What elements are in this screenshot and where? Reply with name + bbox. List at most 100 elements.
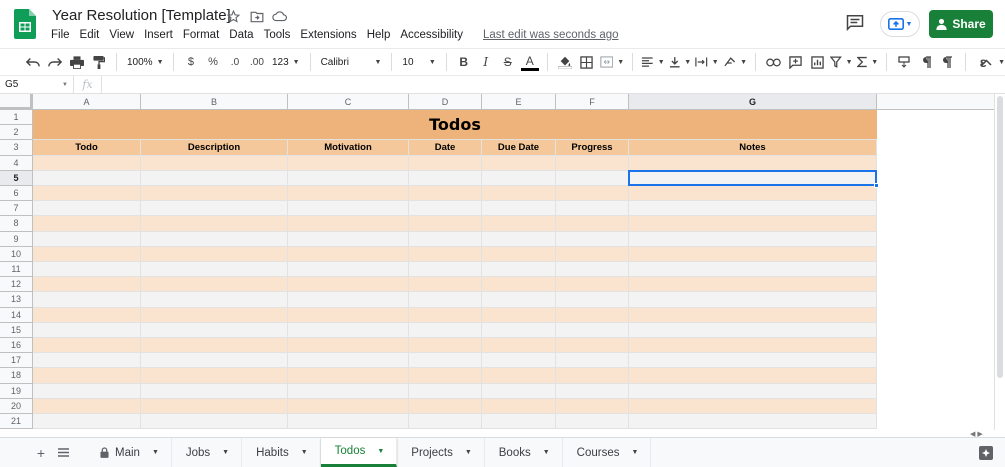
cell-e7[interactable] [482, 201, 556, 217]
cell-e18[interactable] [482, 368, 556, 384]
cell-e16[interactable] [482, 338, 556, 354]
cell-f4[interactable] [556, 155, 629, 171]
cell-f18[interactable] [556, 368, 629, 384]
cell-f5[interactable] [556, 170, 629, 186]
cell-e12[interactable] [482, 277, 556, 293]
row-header-7[interactable]: 7 [0, 201, 33, 217]
text-color-button[interactable]: A [520, 53, 539, 71]
cell-g12[interactable] [629, 277, 877, 293]
menu-extensions[interactable]: Extensions [295, 27, 361, 43]
redo-icon[interactable] [46, 51, 64, 73]
cell-g6[interactable] [629, 186, 877, 202]
cell-d10[interactable] [409, 246, 482, 262]
row-header-8[interactable]: 8 [0, 216, 33, 232]
cell-b5[interactable] [141, 170, 288, 186]
scrollbar-thumb[interactable] [997, 96, 1003, 378]
cell-a8[interactable] [33, 216, 141, 232]
row-header-5[interactable]: 5 [0, 170, 33, 186]
cell-f21[interactable] [556, 414, 629, 430]
add-sheet-icon[interactable]: + [30, 438, 52, 467]
chevron-down-icon[interactable]: ▼ [632, 449, 639, 456]
name-box[interactable]: G5 ▼ [0, 75, 74, 94]
cell-b16[interactable] [141, 338, 288, 354]
text-wrapping-icon[interactable]: ▼ [695, 51, 719, 73]
paragraph-ltr-icon[interactable] [917, 51, 935, 73]
cell-e11[interactable] [482, 262, 556, 278]
text-rotation-icon[interactable]: ▼ [723, 51, 747, 73]
cell-b17[interactable] [141, 353, 288, 369]
font-family-select[interactable]: Calibri ▼ [317, 51, 386, 73]
column-label-due-date[interactable]: Due Date [482, 140, 556, 156]
last-edit-link[interactable]: Last edit was seconds ago [478, 27, 624, 43]
sheet-tab-habits[interactable]: Habits ▼ [242, 438, 321, 467]
cell-c20[interactable] [288, 398, 409, 414]
row-header-2[interactable]: 2 [0, 125, 33, 141]
menu-insert[interactable]: Insert [139, 27, 178, 43]
cell-e19[interactable] [482, 383, 556, 399]
chevron-down-icon[interactable]: ▼ [543, 449, 550, 456]
borders-icon[interactable] [578, 51, 596, 73]
chevron-down-icon[interactable]: ▼ [222, 449, 229, 456]
bold-button[interactable]: B [455, 51, 473, 73]
row-header-17[interactable]: 17 [0, 353, 33, 369]
explore-icon[interactable] [979, 446, 993, 460]
cell-c19[interactable] [288, 383, 409, 399]
increase-decimal-button[interactable]: .00 [248, 51, 266, 73]
undo-icon[interactable] [24, 51, 42, 73]
cell-c8[interactable] [288, 216, 409, 232]
cell-g17[interactable] [629, 353, 877, 369]
column-header-b[interactable]: B [141, 94, 288, 110]
cell-b19[interactable] [141, 383, 288, 399]
sheets-logo-icon[interactable] [14, 9, 36, 39]
sheet-tab-main[interactable]: Main ▼ [86, 438, 172, 467]
column-label-motivation[interactable]: Motivation [288, 140, 409, 156]
cell-b11[interactable] [141, 262, 288, 278]
cell-f13[interactable] [556, 292, 629, 308]
menu-edit[interactable]: Edit [75, 27, 105, 43]
sheet-title-cell[interactable]: Todos [33, 110, 877, 141]
cell-b12[interactable] [141, 277, 288, 293]
row-header-9[interactable]: 9 [0, 231, 33, 247]
menu-view[interactable]: View [104, 27, 139, 43]
cell-f20[interactable] [556, 398, 629, 414]
row-header-3[interactable]: 3 [0, 140, 33, 156]
cell-d21[interactable] [409, 414, 482, 430]
select-all-corner[interactable] [0, 94, 33, 110]
cell-d12[interactable] [409, 277, 482, 293]
cell-c5[interactable] [288, 170, 409, 186]
cell-a19[interactable] [33, 383, 141, 399]
cell-f11[interactable] [556, 262, 629, 278]
chevron-down-icon[interactable]: ▼ [301, 449, 308, 456]
cell-a9[interactable] [33, 231, 141, 247]
horizontal-align-icon[interactable]: ▼ [641, 51, 665, 73]
cell-d14[interactable] [409, 307, 482, 323]
cell-g11[interactable] [629, 262, 877, 278]
cell-d8[interactable] [409, 216, 482, 232]
all-sheets-icon[interactable] [52, 438, 74, 467]
cell-c6[interactable] [288, 186, 409, 202]
cell-b15[interactable] [141, 322, 288, 338]
share-button[interactable]: Share [929, 10, 993, 38]
insert-comment-icon[interactable] [786, 51, 804, 73]
column-label-date[interactable]: Date [409, 140, 482, 156]
cell-a12[interactable] [33, 277, 141, 293]
cell-b4[interactable] [141, 155, 288, 171]
menu-help[interactable]: Help [362, 27, 396, 43]
cell-e13[interactable] [482, 292, 556, 308]
cell-b8[interactable] [141, 216, 288, 232]
cell-a5[interactable] [33, 170, 141, 186]
cell-e10[interactable] [482, 246, 556, 262]
sheet-tab-courses[interactable]: Courses ▼ [563, 438, 652, 467]
cell-a10[interactable] [33, 246, 141, 262]
font-size-select[interactable]: 10 ▼ [398, 51, 439, 73]
document-title[interactable]: Year Resolution [Template] [52, 7, 231, 24]
cell-g13[interactable] [629, 292, 877, 308]
menu-data[interactable]: Data [224, 27, 258, 43]
cell-f17[interactable] [556, 353, 629, 369]
cell-b10[interactable] [141, 246, 288, 262]
cell-g8[interactable] [629, 216, 877, 232]
cell-f12[interactable] [556, 277, 629, 293]
cell-d16[interactable] [409, 338, 482, 354]
chevron-down-icon[interactable]: ▼ [465, 449, 472, 456]
cell-a7[interactable] [33, 201, 141, 217]
